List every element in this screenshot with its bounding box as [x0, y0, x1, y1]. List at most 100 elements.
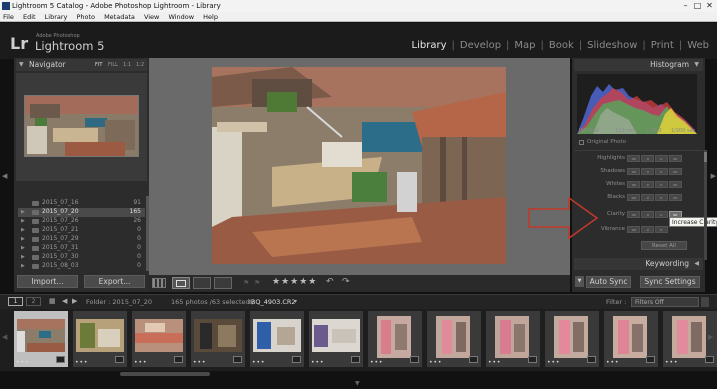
filter-lock-icon[interactable]	[701, 297, 709, 307]
menu-window[interactable]: Window	[168, 13, 194, 21]
decrease-small-button[interactable]: ◂	[641, 155, 654, 162]
folder-row[interactable]: ▶ 2015_07_31 0	[18, 244, 145, 253]
module-slideshow[interactable]: Slideshow	[587, 40, 637, 51]
module-library[interactable]: Library	[412, 40, 447, 51]
survey-view-icon[interactable]	[214, 277, 232, 289]
scrollbar-thumb[interactable]	[704, 152, 707, 162]
increase-large-button[interactable]: ▸▸	[669, 155, 682, 162]
bottom-panel-toggle-icon[interactable]: ▼	[355, 380, 360, 387]
grid-icon[interactable]: ▦	[49, 297, 56, 305]
menu-photo[interactable]: Photo	[76, 13, 95, 21]
right-panel-toggle-icon[interactable]: ▶	[711, 172, 716, 180]
decrease-large-button[interactable]: ◂◂	[627, 155, 640, 162]
menu-view[interactable]: View	[144, 13, 159, 21]
decrease-small-button[interactable]: ◂	[641, 194, 654, 201]
auto-sync-toggle-icon[interactable]: ▼	[575, 276, 584, 287]
decrease-small-button[interactable]: ◂	[641, 211, 654, 218]
increase-small-button[interactable]: ▸	[655, 211, 668, 218]
minimize-button[interactable]: –	[681, 1, 690, 10]
folder-row[interactable]: ▶ 2015_08_03 0	[18, 262, 145, 271]
decrease-small-button[interactable]: ◂	[641, 168, 654, 175]
secondary-window-button[interactable]: 2	[26, 297, 41, 306]
filmstrip-thumbnail[interactable]: • • •	[486, 311, 540, 367]
folder-row-selected[interactable]: ▶ 2015_07_20 165	[18, 208, 145, 217]
left-panel-toggle-icon[interactable]: ◀	[2, 172, 7, 180]
increase-small-button[interactable]: ▸	[655, 155, 668, 162]
module-develop[interactable]: Develop	[460, 40, 501, 51]
auto-sync-button[interactable]: Auto Sync	[586, 276, 631, 288]
menu-metadata[interactable]: Metadata	[104, 13, 135, 21]
decrease-large-button[interactable]: ◂◂	[627, 168, 640, 175]
folder-row[interactable]: ▶ 2015_07_30 0	[18, 253, 145, 262]
module-print[interactable]: Print	[651, 40, 674, 51]
filmstrip-scroll-left-icon[interactable]: ◀	[2, 333, 7, 341]
menu-help[interactable]: Help	[203, 13, 218, 21]
module-book[interactable]: Book	[549, 40, 574, 51]
filmstrip-thumbnail[interactable]: • • •	[368, 311, 422, 367]
menu-edit[interactable]: Edit	[23, 13, 36, 21]
decrease-large-button[interactable]: ◂◂	[627, 194, 640, 201]
rotate-right-icon[interactable]: ↷	[342, 277, 350, 287]
increase-large-button[interactable]: ▸▸	[669, 168, 682, 175]
reject-flag-icon[interactable]: ⚑	[254, 279, 260, 287]
menu-file[interactable]: File	[3, 13, 14, 21]
decrease-large-button[interactable]: ◂◂	[627, 226, 640, 233]
compare-view-icon[interactable]	[193, 277, 211, 289]
rotate-left-icon[interactable]: ↶	[326, 277, 334, 287]
histogram-graph[interactable]	[577, 74, 697, 134]
filmstrip-thumbnail[interactable]: • • •	[132, 311, 186, 367]
loupe-view-button[interactable]	[172, 277, 190, 289]
increase-small-button[interactable]: ▸	[655, 226, 668, 233]
main-photo[interactable]	[212, 67, 506, 264]
primary-window-button[interactable]: 1	[8, 297, 23, 306]
flag-icon[interactable]: ⚑	[243, 279, 249, 287]
filmstrip-thumbnail[interactable]: • • •	[427, 311, 481, 367]
export-button[interactable]: Export...	[84, 275, 145, 288]
zoom-fit[interactable]: FIT	[95, 59, 102, 71]
original-photo-checkbox[interactable]	[579, 140, 584, 145]
folder-row[interactable]: ▶ 2015_07_29 0	[18, 235, 145, 244]
filmstrip-thumbnail[interactable]: • • •	[309, 311, 363, 367]
filmstrip-scrollbar[interactable]	[120, 372, 210, 376]
filename-dropdown-icon[interactable]: ▾	[294, 298, 297, 305]
sync-settings-button[interactable]: Sync Settings	[640, 276, 700, 288]
filmstrip-thumbnail[interactable]: • • •	[191, 311, 245, 367]
folder-row[interactable]: 2015_07_16 91	[18, 199, 145, 208]
filmstrip-thumbnail[interactable]: • • •	[73, 311, 127, 367]
source-label[interactable]: Folder : 2015_07_20	[86, 298, 152, 306]
decrease-large-button[interactable]: ◂◂	[627, 181, 640, 188]
zoom-1-2[interactable]: 1:2	[136, 59, 144, 71]
folder-row[interactable]: ▶ 2015_07_21 0	[18, 226, 145, 235]
star-rating[interactable]: ★★★★★	[272, 277, 317, 287]
reset-all-button[interactable]: Reset All	[641, 241, 687, 250]
navigator-header[interactable]: ▼ Navigator FIT FILL 1:1 1:2	[16, 59, 147, 71]
back-icon[interactable]: ◀	[62, 297, 67, 305]
close-button[interactable]: ✕	[705, 1, 714, 10]
decrease-large-button[interactable]: ◂◂	[627, 211, 640, 218]
filmstrip-thumbnail[interactable]: • • •	[604, 311, 658, 367]
decrease-small-button[interactable]: ◂	[641, 226, 654, 233]
module-map[interactable]: Map	[514, 40, 535, 51]
zoom-fill[interactable]: FILL	[108, 59, 118, 71]
menu-library[interactable]: Library	[45, 13, 68, 21]
filmstrip-thumbnail[interactable]: • • •	[14, 311, 68, 367]
module-web[interactable]: Web	[687, 40, 709, 51]
zoom-1-1[interactable]: 1:1	[123, 59, 131, 71]
increase-small-button[interactable]: ▸	[655, 168, 668, 175]
increase-small-button[interactable]: ▸	[655, 181, 668, 188]
folder-row[interactable]: ▶ 2015_07_26 26	[18, 217, 145, 226]
forward-icon[interactable]: ▶	[72, 297, 77, 305]
filter-dropdown[interactable]: Filters Off	[631, 297, 699, 307]
filmstrip-thumbnail[interactable]: • • •	[545, 311, 599, 367]
histogram-header[interactable]: Histogram ▼	[574, 59, 703, 71]
keywording-header[interactable]: Keywording ◀	[574, 258, 703, 270]
increase-large-button[interactable]: ▸▸	[669, 194, 682, 201]
increase-large-button[interactable]: ▸▸	[669, 181, 682, 188]
import-button[interactable]: Import...	[17, 275, 78, 288]
decrease-small-button[interactable]: ◂	[641, 181, 654, 188]
filmstrip-thumbnail[interactable]: • • •	[250, 311, 304, 367]
right-panel-scrollbar[interactable]	[704, 150, 707, 260]
grid-view-icon[interactable]	[152, 278, 166, 288]
maximize-button[interactable]: □	[693, 1, 702, 10]
filmstrip-scroll-right-icon[interactable]: ▶	[708, 333, 713, 341]
